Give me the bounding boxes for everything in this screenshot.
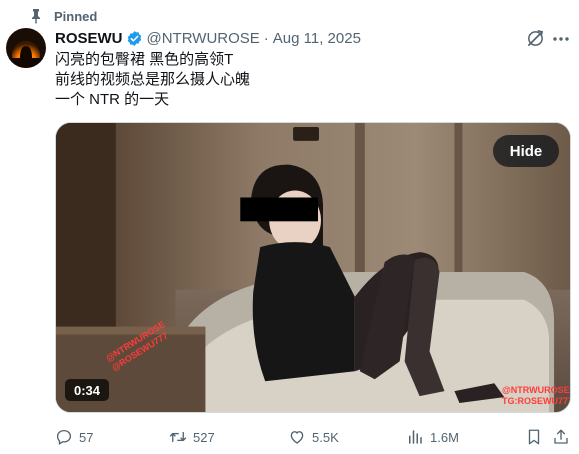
reply-icon <box>56 429 72 445</box>
tweet-line: 前线的视频总是那么摄人心魄 <box>55 71 251 88</box>
more-icon[interactable] <box>551 29 571 49</box>
tweet-line: 闪亮的包臀裙 黑色的高领T <box>55 51 234 68</box>
reply-button[interactable]: 57 <box>55 425 93 449</box>
repost-icon <box>169 431 187 443</box>
verified-icon[interactable] <box>126 30 143 47</box>
reply-count: 57 <box>79 429 94 445</box>
hide-button[interactable]: Hide <box>493 135 559 167</box>
repost-count: 527 <box>193 429 215 445</box>
pinned-label: Pinned <box>54 8 98 24</box>
separator-dot: · <box>263 29 269 47</box>
bookmark-icon[interactable] <box>525 428 543 446</box>
tweet-header: ROSEWU @NTRWUROSE · Aug 11, 2025 <box>55 28 361 48</box>
video-thumbnail <box>56 123 570 412</box>
share-icon[interactable] <box>552 428 570 446</box>
like-button[interactable]: 5.5K <box>288 425 339 449</box>
watermark-right: @NTRWUROSE TG:ROSEWU777 <box>502 385 571 406</box>
video-player[interactable]: @NTRWUROSE @ROSEWU777 @NTRWUROSE TG:ROSE… <box>55 122 571 413</box>
avatar[interactable] <box>6 28 46 68</box>
tweet-line: 一个 NTR 的一天 <box>55 91 170 108</box>
action-bar: 57 527 5.5K 1.6M <box>55 425 571 449</box>
handle[interactable]: @NTRWUROSE <box>147 30 260 47</box>
video-duration: 0:34 <box>65 379 109 401</box>
tweet-text: 闪亮的包臀裙 黑色的高领T 前线的视频总是那么摄人心魄 一个 NTR 的一天 <box>55 50 250 110</box>
like-count: 5.5K <box>312 429 339 445</box>
display-name[interactable]: ROSEWU <box>55 30 123 47</box>
pinned-indicator: Pinned <box>28 6 97 26</box>
views-count: 1.6M <box>430 429 459 445</box>
like-icon <box>290 431 304 444</box>
grok-icon[interactable] <box>526 29 545 48</box>
repost-button[interactable]: 527 <box>169 425 215 449</box>
views-button[interactable]: 1.6M <box>406 425 459 449</box>
views-icon <box>409 430 422 444</box>
pin-icon <box>32 9 40 24</box>
post-date[interactable]: Aug 11, 2025 <box>273 30 361 47</box>
